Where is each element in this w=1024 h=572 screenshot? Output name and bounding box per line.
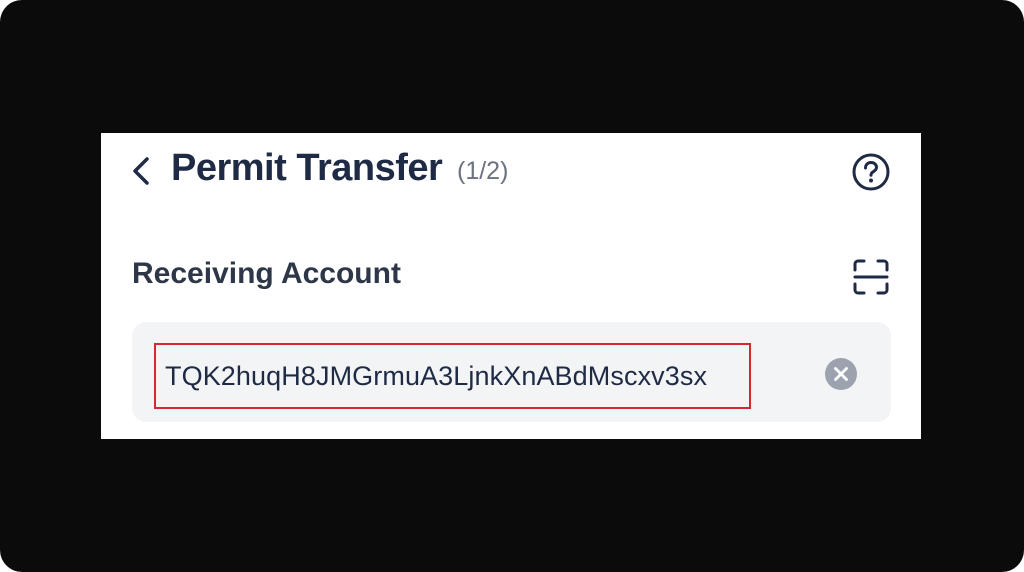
scan-frame-icon: [853, 259, 889, 295]
address-highlight-box: TQK2huqH8JMGrmuA3LjnkXnABdMscxv3sx: [154, 343, 751, 409]
receiving-account-input[interactable]: TQK2huqH8JMGrmuA3LjnkXnABdMscxv3sx: [132, 322, 891, 422]
clear-circle-icon: [825, 358, 857, 390]
receiving-account-label: Receiving Account: [132, 257, 401, 290]
permit-transfer-panel: Permit Transfer (1/2) Receiving Account …: [101, 133, 921, 439]
page-title: Permit Transfer: [171, 147, 443, 189]
chevron-left-icon: [133, 157, 149, 185]
account-address-value[interactable]: TQK2huqH8JMGrmuA3LjnkXnABdMscxv3sx: [165, 361, 707, 392]
clear-input-button[interactable]: [824, 357, 858, 391]
scan-qr-button[interactable]: [851, 257, 891, 297]
help-button[interactable]: [851, 152, 891, 192]
question-circle-icon: [852, 153, 890, 191]
screenshot-frame: Permit Transfer (1/2) Receiving Account …: [0, 0, 1024, 572]
back-button[interactable]: [127, 153, 155, 189]
step-indicator: (1/2): [457, 157, 509, 185]
